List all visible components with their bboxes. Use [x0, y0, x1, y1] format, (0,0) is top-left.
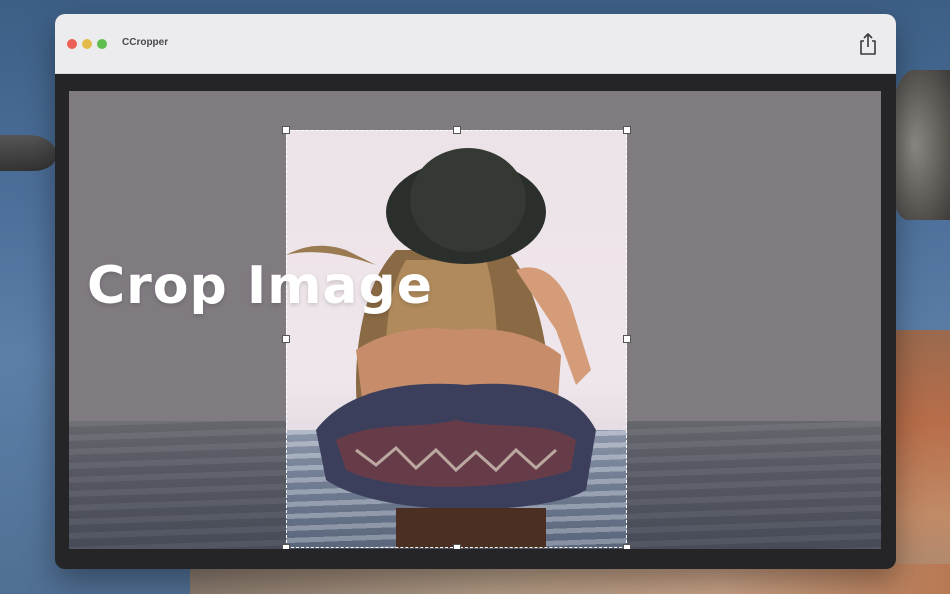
app-window: CCropper Crop Image	[55, 14, 896, 569]
share-icon	[860, 33, 876, 55]
desktop-cliff-right	[890, 330, 950, 594]
title-bar[interactable]: CCropper	[55, 14, 896, 74]
crop-handle-top-left[interactable]	[282, 126, 290, 134]
image-canvas[interactable]: Crop Image	[69, 91, 881, 549]
overlay-title: Crop Image	[87, 256, 433, 316]
crop-handle-top-center[interactable]	[453, 126, 461, 134]
crop-handle-middle-left[interactable]	[282, 335, 290, 343]
crop-frame[interactable]	[286, 130, 627, 548]
crop-handle-top-right[interactable]	[623, 126, 631, 134]
app-title: CCropper	[122, 37, 169, 48]
minimize-button[interactable]	[82, 39, 92, 49]
crop-handle-bottom-left[interactable]	[282, 544, 290, 549]
desktop-rock-left	[0, 135, 56, 171]
close-button[interactable]	[67, 39, 77, 49]
crop-handle-middle-right[interactable]	[623, 335, 631, 343]
maximize-button[interactable]	[97, 39, 107, 49]
desktop-rock-right	[890, 70, 950, 220]
crop-handle-bottom-center[interactable]	[453, 544, 461, 549]
crop-handle-bottom-right[interactable]	[623, 544, 631, 549]
share-button[interactable]	[856, 31, 880, 57]
